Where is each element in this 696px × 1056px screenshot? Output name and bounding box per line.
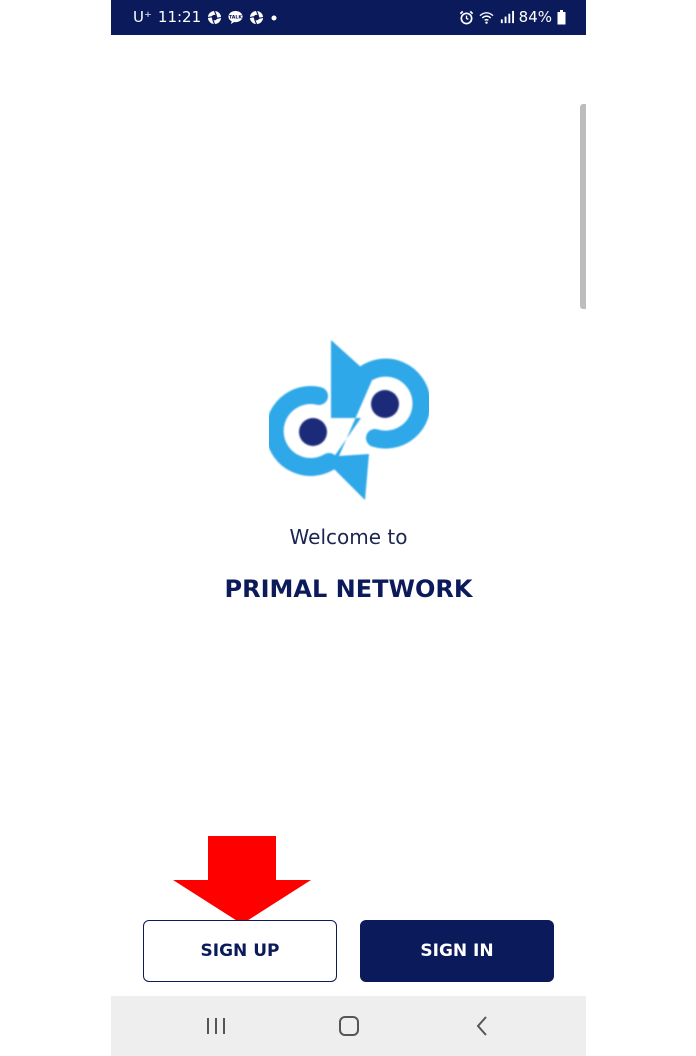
- status-bar-right: 84%: [459, 8, 566, 26]
- status-bar-left: U⁺ 11:21 TALK: [133, 8, 278, 26]
- sign-in-button[interactable]: SIGN IN: [360, 920, 554, 982]
- aperture-icon: [207, 10, 222, 24]
- brand-title: PRIMAL NETWORK: [224, 575, 473, 603]
- talk-icon: TALK: [228, 10, 243, 24]
- red-arrow-annotation: [173, 836, 311, 924]
- alarm-icon: [459, 10, 473, 24]
- recent-apps-button[interactable]: [200, 1010, 232, 1042]
- home-button[interactable]: [333, 1010, 365, 1042]
- carrier-label: U⁺: [133, 8, 152, 26]
- battery-icon: [557, 9, 566, 24]
- navigation-bar: [111, 996, 586, 1056]
- sign-up-button[interactable]: SIGN UP: [143, 920, 337, 982]
- wifi-icon: [479, 11, 494, 24]
- home-icon: [339, 1016, 359, 1036]
- aperture-icon: [249, 10, 264, 24]
- recent-apps-icon: [207, 1018, 225, 1034]
- back-button[interactable]: [466, 1010, 498, 1042]
- welcome-text: Welcome to: [289, 525, 408, 549]
- clock: 11:21: [157, 8, 202, 26]
- app-screen: U⁺ 11:21 TALK 84% Welcome to PRIMAL NETW…: [111, 0, 586, 1056]
- sign-in-label: SIGN IN: [420, 941, 494, 961]
- signal-icon: [500, 10, 514, 23]
- dot-icon: [271, 15, 277, 20]
- sign-up-label: SIGN UP: [200, 941, 280, 961]
- svg-text:TALK: TALK: [229, 14, 242, 20]
- scrollbar[interactable]: [580, 104, 586, 309]
- primal-network-logo: [269, 340, 429, 500]
- back-icon: [476, 1016, 487, 1036]
- status-bar: U⁺ 11:21 TALK 84%: [111, 0, 586, 35]
- battery-percent: 84%: [518, 8, 552, 26]
